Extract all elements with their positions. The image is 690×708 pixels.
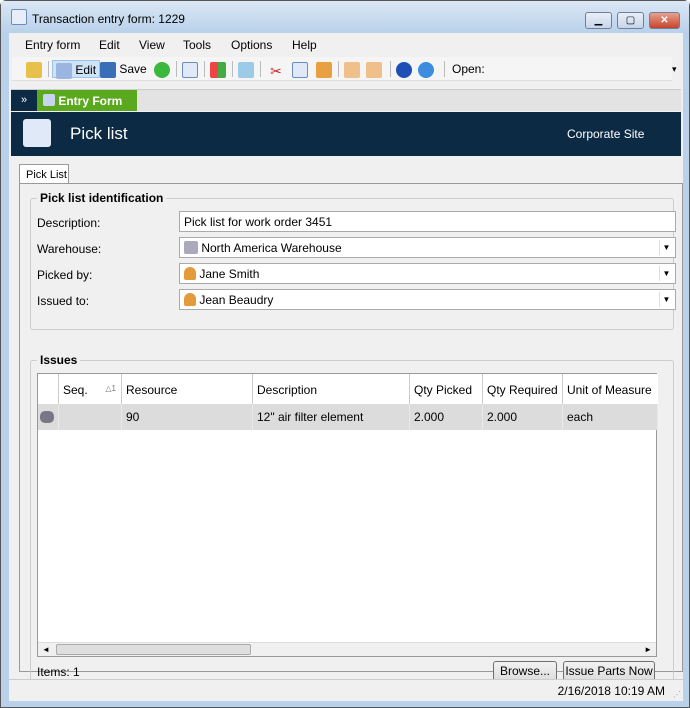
save-button[interactable]: Save [100, 60, 147, 78]
site-name: Corporate Site [567, 127, 645, 141]
save-icon [100, 61, 116, 78]
collapse-icon[interactable]: » [11, 90, 37, 111]
chevron-down-icon[interactable]: ▼ [659, 240, 673, 255]
person-icon [184, 267, 196, 280]
resize-grip-icon[interactable]: ⋰ [673, 690, 681, 699]
cell-seq[interactable] [59, 404, 122, 430]
chevron-down-icon[interactable]: ▼ [659, 292, 673, 307]
attach-icon[interactable] [238, 60, 254, 78]
tab-pick-list[interactable]: Pick List [19, 164, 69, 184]
group-title: Issues [37, 353, 81, 367]
horizontal-scrollbar[interactable]: ◄ ► [38, 642, 656, 656]
form-icon [43, 94, 55, 106]
page-title: Pick list [70, 124, 128, 143]
group-title: Pick list identification [37, 191, 167, 205]
column-header-qty-picked[interactable]: Qty Picked [410, 374, 483, 404]
menu-options[interactable]: Options [231, 38, 272, 52]
nav-bar: » Entry Form [11, 89, 681, 111]
scroll-right-icon[interactable]: ► [644, 643, 652, 657]
edit-label: Edit [75, 63, 97, 77]
chevron-down-icon[interactable]: ▼ [659, 266, 673, 281]
help-icon[interactable] [396, 60, 412, 78]
status-datetime: 2/16/2018 10:19 AM [557, 684, 665, 698]
menu-entry-form[interactable]: Entry form [25, 38, 80, 52]
column-header-seq[interactable]: Seq. △1 [59, 374, 122, 404]
pick-list-icon [23, 119, 51, 147]
edit-icon [56, 62, 72, 79]
scrollbar-thumb[interactable] [56, 644, 251, 655]
menu-view[interactable]: View [139, 38, 165, 52]
save-label: Save [119, 62, 147, 76]
close-button[interactable]: ✕ [649, 12, 680, 29]
refresh-icon[interactable] [154, 60, 170, 78]
title-bar: Transaction entry form: 1229 ▁ ▢ ✕ [1, 1, 689, 33]
minimize-button[interactable]: ▁ [585, 12, 612, 29]
column-header-resource[interactable]: Resource [122, 374, 253, 404]
picked-by-value: Jane Smith [199, 267, 260, 281]
cell-uom[interactable]: each [563, 404, 658, 430]
description-input[interactable]: Pick list for work order 3451 [179, 211, 676, 232]
pick-list-panel: Pick list identification Description: Pi… [19, 183, 683, 692]
column-header-qty-required[interactable]: Qty Required [483, 374, 563, 404]
open-folder-icon[interactable] [26, 60, 42, 78]
status-bar: 2/16/2018 10:19 AM ⋰ [9, 679, 683, 701]
warehouse-value: North America Warehouse [201, 241, 342, 255]
toolbar: Edit Save ✂ Open: ▾ [12, 57, 677, 81]
info-icon[interactable] [418, 60, 434, 78]
copy-document-icon[interactable] [182, 60, 198, 78]
picked-by-label: Picked by: [37, 268, 93, 282]
cell-qty-required[interactable]: 2.000 [483, 404, 563, 430]
window-title: Transaction entry form: 1229 [32, 12, 185, 26]
form-header: Pick list Corporate Site [11, 112, 681, 156]
app-window: Transaction entry form: 1229 ▁ ▢ ✕ Entry… [0, 0, 690, 708]
items-count: Items: 1 [37, 665, 80, 679]
issued-to-value: Jean Beaudry [199, 293, 274, 307]
row-icon [38, 404, 59, 430]
picked-by-select[interactable]: Jane Smith ▼ [179, 263, 676, 284]
cell-resource[interactable]: 90 [122, 404, 253, 430]
issues-grid: Seq. △1 Resource Description Qty Picked Q… [37, 373, 658, 657]
copy-icon[interactable] [292, 60, 308, 78]
sort-icon: △1 [105, 384, 116, 393]
entry-form-tab[interactable]: Entry Form [37, 90, 137, 111]
row-indicator-header [38, 374, 59, 404]
app-icon [11, 9, 27, 25]
maximize-button[interactable]: ▢ [617, 12, 644, 29]
column-header-description[interactable]: Description [253, 374, 410, 404]
menu-bar: Entry form Edit View Tools Options Help [9, 33, 683, 55]
thumbs-down-icon[interactable] [366, 60, 382, 78]
issued-to-select[interactable]: Jean Beaudry ▼ [179, 289, 676, 310]
issues-group: Issues Seq. △1 Resource Description Qty P… [30, 353, 674, 692]
scroll-left-icon[interactable]: ◄ [42, 643, 50, 657]
windows-icon[interactable] [210, 60, 226, 78]
cell-qty-picked[interactable]: 2.000 [410, 404, 483, 430]
issued-to-label: Issued to: [37, 294, 90, 308]
menu-tools[interactable]: Tools [183, 38, 211, 52]
open-label: Open: [452, 62, 485, 76]
cut-icon[interactable]: ✂ [268, 60, 284, 79]
edit-button[interactable]: Edit [52, 60, 101, 79]
menu-help[interactable]: Help [292, 38, 317, 52]
toolbar-overflow-icon[interactable]: ▾ [672, 60, 677, 78]
warehouse-label: Warehouse: [37, 242, 102, 256]
person-icon [184, 293, 196, 306]
description-label: Description: [37, 216, 101, 230]
pick-list-identification-group: Pick list identification Description: Pi… [30, 191, 676, 330]
warehouse-select[interactable]: North America Warehouse ▼ [179, 237, 676, 258]
cell-description[interactable]: 12" air filter element [253, 404, 410, 430]
column-header-uom[interactable]: Unit of Measure [563, 374, 658, 404]
warehouse-icon [184, 241, 198, 254]
paste-icon[interactable] [316, 60, 332, 78]
menu-edit[interactable]: Edit [99, 38, 120, 52]
entry-form-tab-label: Entry Form [58, 94, 123, 108]
thumbs-up-icon[interactable] [344, 60, 360, 78]
